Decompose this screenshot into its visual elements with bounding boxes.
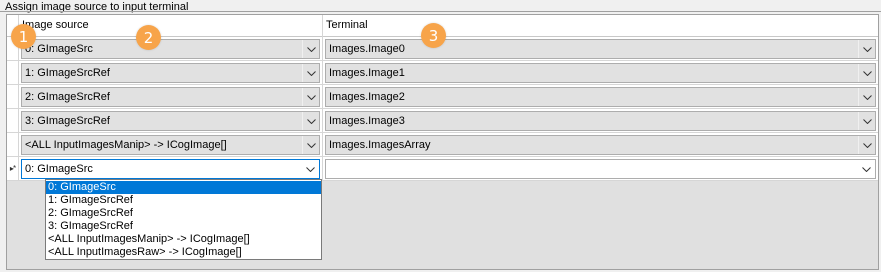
chevron-down-icon[interactable] bbox=[302, 136, 319, 154]
chevron-down-icon[interactable] bbox=[858, 112, 875, 130]
dropdown-option[interactable]: 0: GImageSrc bbox=[46, 181, 321, 194]
dropdown-option[interactable]: 3: GImageSrcRef bbox=[46, 220, 321, 233]
column-header-image-source[interactable]: Image source bbox=[19, 15, 323, 37]
combo-value: Images.Image2 bbox=[329, 91, 405, 103]
table-row[interactable]: 2: GImageSrcRef Images.Image2 bbox=[19, 85, 878, 109]
terminal-combo[interactable]: Images.Image2 bbox=[325, 87, 876, 107]
terminal-cell[interactable]: Images.Image1 bbox=[323, 61, 878, 85]
annotation-badge-1: 1 bbox=[11, 24, 36, 49]
chevron-down-icon[interactable] bbox=[858, 88, 875, 106]
chevron-down-icon[interactable] bbox=[858, 40, 875, 58]
chevron-down-icon[interactable] bbox=[858, 160, 875, 178]
combo-value: Images.Image0 bbox=[329, 43, 405, 55]
group-border bbox=[0, 11, 881, 12]
combo-value: 1: GImageSrcRef bbox=[25, 67, 110, 79]
image-source-combo[interactable]: 3: GImageSrcRef bbox=[21, 111, 320, 131]
terminal-combo[interactable]: Images.ImagesArray bbox=[325, 135, 876, 155]
combo-value: 2: GImageSrcRef bbox=[25, 91, 110, 103]
combo-value: Images.ImagesArray bbox=[329, 139, 431, 151]
terminal-cell[interactable]: Images.Image3 bbox=[323, 109, 878, 133]
dropdown-option[interactable]: 1: GImageSrcRef bbox=[46, 194, 321, 207]
terminal-cell[interactable] bbox=[323, 157, 878, 181]
terminal-combo[interactable]: Images.Image3 bbox=[325, 111, 876, 131]
chevron-down-icon[interactable] bbox=[302, 88, 319, 106]
image-source-combo[interactable]: 0: GImageSrc bbox=[21, 39, 320, 59]
dropdown-option[interactable]: <ALL InputImagesRaw> -> ICogImage[] bbox=[46, 246, 321, 259]
terminal-combo[interactable]: Images.Image0 bbox=[325, 39, 876, 59]
annotation-badge-2: 2 bbox=[136, 25, 161, 50]
image-source-cell[interactable]: 3: GImageSrcRef bbox=[19, 109, 323, 133]
dropdown-option[interactable]: <ALL InputImagesManip> -> ICogImage[] bbox=[46, 233, 321, 246]
chevron-down-icon[interactable] bbox=[302, 64, 319, 82]
terminal-cell[interactable]: Images.Image0 bbox=[323, 37, 878, 61]
chevron-down-icon[interactable] bbox=[858, 136, 875, 154]
terminal-cell[interactable]: Images.Image2 bbox=[323, 85, 878, 109]
image-source-cell[interactable]: 0: GImageSrc bbox=[19, 37, 323, 61]
combo-value: Images.Image1 bbox=[329, 67, 405, 79]
chevron-down-icon[interactable] bbox=[302, 112, 319, 130]
terminal-cell[interactable]: Images.ImagesArray bbox=[323, 133, 878, 157]
image-source-dropdown-list[interactable]: 0: GImageSrc 1: GImageSrcRef 2: GImageSr… bbox=[45, 179, 322, 260]
dropdown-option[interactable]: 2: GImageSrcRef bbox=[46, 207, 321, 220]
row-header[interactable] bbox=[7, 85, 19, 109]
combo-value: 0: GImageSrc bbox=[25, 43, 93, 55]
row-header[interactable] bbox=[7, 109, 19, 133]
combo-value: 0: GImageSrc bbox=[25, 163, 93, 175]
new-row-marker[interactable]: ▸* bbox=[7, 157, 19, 181]
table-row[interactable]: <ALL InputImagesManip> -> ICogImage[] Im… bbox=[19, 133, 878, 157]
combo-value: 3: GImageSrcRef bbox=[25, 115, 110, 127]
image-source-combo[interactable]: 0: GImageSrc bbox=[21, 159, 320, 179]
row-header[interactable] bbox=[7, 61, 19, 85]
combo-value: Images.Image3 bbox=[329, 115, 405, 127]
new-row[interactable]: 0: GImageSrc bbox=[19, 157, 878, 181]
chevron-down-icon[interactable] bbox=[858, 64, 875, 82]
image-source-combo[interactable]: <ALL InputImagesManip> -> ICogImage[] bbox=[21, 135, 320, 155]
terminal-combo[interactable] bbox=[325, 159, 876, 179]
table-row[interactable]: 1: GImageSrcRef Images.Image1 bbox=[19, 61, 878, 85]
image-source-cell[interactable]: <ALL InputImagesManip> -> ICogImage[] bbox=[19, 133, 323, 157]
image-source-combo[interactable]: 1: GImageSrcRef bbox=[21, 63, 320, 83]
combo-value: <ALL InputImagesManip> -> ICogImage[] bbox=[25, 139, 227, 151]
annotation-badge-3: 3 bbox=[421, 23, 446, 48]
chevron-down-icon[interactable] bbox=[302, 160, 319, 178]
image-source-cell[interactable]: 1: GImageSrcRef bbox=[19, 61, 323, 85]
image-source-combo[interactable]: 2: GImageSrcRef bbox=[21, 87, 320, 107]
image-source-cell[interactable]: 2: GImageSrcRef bbox=[19, 85, 323, 109]
column-header-terminal[interactable]: Terminal bbox=[323, 15, 878, 37]
chevron-down-icon[interactable] bbox=[302, 40, 319, 58]
table-row[interactable]: 3: GImageSrcRef Images.Image3 bbox=[19, 109, 878, 133]
row-header[interactable] bbox=[7, 133, 19, 157]
image-source-cell[interactable]: 0: GImageSrc bbox=[19, 157, 323, 181]
terminal-combo[interactable]: Images.Image1 bbox=[325, 63, 876, 83]
